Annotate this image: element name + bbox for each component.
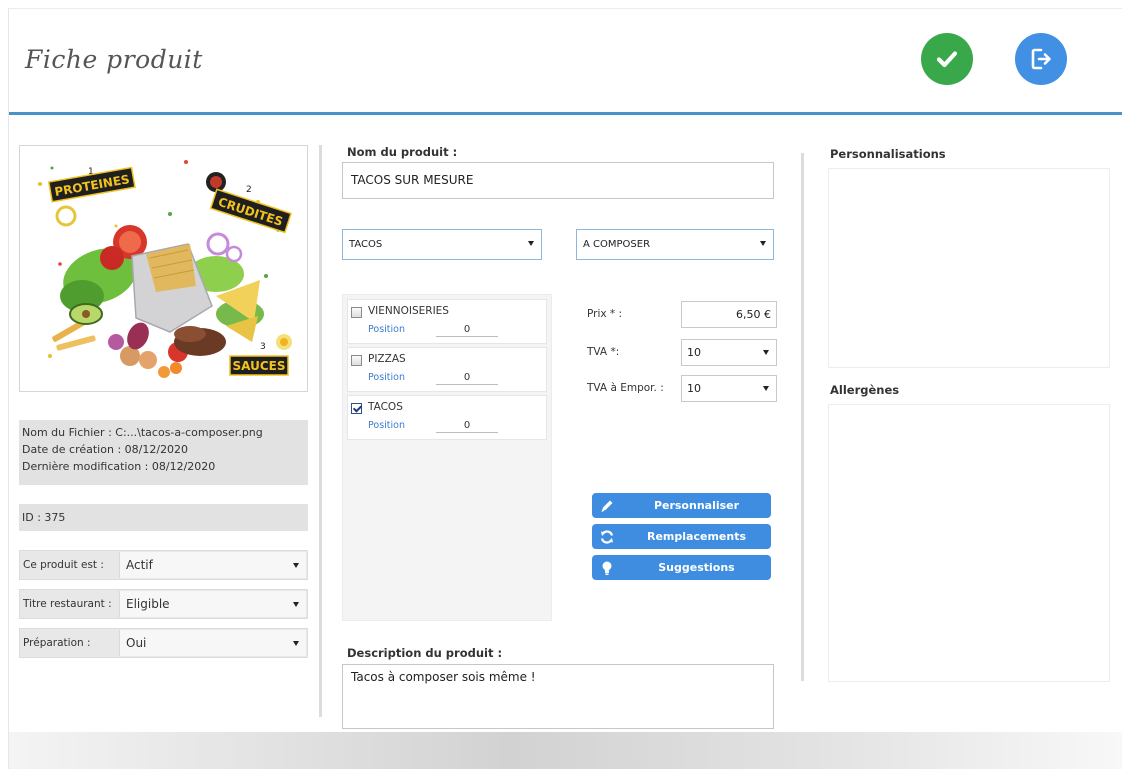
position-label: Position [368, 324, 405, 335]
category-select[interactable]: TACOS [342, 229, 542, 260]
preparation-select[interactable]: Oui [119, 630, 306, 656]
check-icon [936, 51, 958, 68]
file-info-box: Nom du Fichier : C:...\tacos-a-composer.… [19, 420, 308, 485]
file-name-row: Nom du Fichier : C:...\tacos-a-composer.… [22, 424, 305, 441]
category-checkbox-pizzas[interactable] [351, 355, 362, 366]
category-checkbox-viennoiseries[interactable] [351, 307, 362, 318]
product-name-value: TACOS SUR MESURE [351, 173, 474, 187]
allergens-title: Allergènes [830, 383, 900, 397]
status-label: Ce produit est : [23, 559, 104, 571]
product-type-select[interactable]: A COMPOSER [576, 229, 774, 260]
category-name: PIZZAS [368, 353, 406, 365]
status-select[interactable]: Actif [119, 552, 306, 578]
chevron-down-icon [293, 563, 299, 568]
category-select-value: TACOS [349, 239, 383, 250]
description-value: Tacos à composer sois même ! [351, 670, 536, 684]
chevron-down-icon [293, 641, 299, 646]
status-value: Actif [126, 558, 153, 572]
preparation-label: Préparation : [23, 637, 91, 649]
preparation-field: Préparation : Oui [19, 628, 308, 658]
left-column-divider [319, 145, 322, 717]
chevron-down-icon [763, 350, 769, 355]
badge-sauces: SAUCES [233, 359, 286, 373]
position-label: Position [368, 420, 405, 431]
header-divider [9, 112, 1122, 115]
product-type-select-value: A COMPOSER [583, 239, 651, 250]
preparation-value: Oui [126, 636, 147, 650]
modified-date-value: 08/12/2020 [151, 460, 216, 473]
file-name-value: C:...\tacos-a-composer.png [115, 426, 263, 439]
tva-takeaway-select[interactable]: 10 [681, 375, 777, 402]
meal-voucher-select[interactable]: Eligible [119, 591, 306, 617]
status-field: Ce produit est : Actif [19, 550, 308, 580]
category-name: VIENNOISERIES [368, 305, 449, 317]
price-value: 6,50 € [736, 308, 771, 321]
meal-voucher-field: Titre restaurant : Eligible [19, 589, 308, 619]
price-label: Prix * : [587, 308, 623, 320]
created-date-row: Date de création : 08/12/2020 [22, 441, 305, 458]
tva-takeaway-value: 10 [687, 382, 701, 395]
page-title: Fiche produit [25, 45, 203, 74]
chevron-down-icon [763, 386, 769, 391]
chevron-down-icon [293, 602, 299, 607]
meal-voucher-label: Titre restaurant : [23, 598, 112, 610]
footer-shadow [9, 732, 1122, 769]
customizations-panel [828, 168, 1110, 368]
customizations-title: Personnalisations [830, 147, 946, 161]
customize-label: Personnaliser [653, 499, 740, 512]
product-id: ID : 375 [19, 504, 308, 531]
modified-date-row: Dernière modification : 08/12/2020 [22, 458, 305, 475]
badge-number-3: 3 [260, 342, 266, 352]
position-input[interactable]: 0 [436, 370, 498, 385]
chevron-down-icon [760, 241, 766, 246]
customize-button[interactable]: Personnaliser [592, 493, 771, 518]
suggestions-label: Suggestions [658, 561, 735, 574]
product-name-label: Nom du produit : [347, 145, 458, 159]
position-input[interactable]: 0 [436, 322, 498, 337]
tacos-illustration: 1 PROTEINES 2 CRUDITES 3 SAUCES [38, 160, 292, 378]
logout-icon [1031, 48, 1051, 70]
modified-date-label: Dernière modification : [22, 460, 149, 473]
exit-button[interactable] [1015, 33, 1067, 85]
tva-value: 10 [687, 346, 701, 359]
meal-voucher-value: Eligible [126, 597, 170, 611]
category-name: TACOS [368, 401, 403, 413]
description-label: Description du produit : [347, 646, 503, 660]
chevron-down-icon [528, 241, 534, 246]
price-input[interactable]: 6,50 € [681, 301, 777, 328]
allergens-panel [828, 404, 1110, 682]
validate-button[interactable] [921, 33, 973, 85]
category-checkbox-tacos[interactable] [351, 403, 362, 414]
list-item: TACOS Position 0 [347, 395, 547, 440]
file-name-label: Nom du Fichier : [22, 426, 112, 439]
header: Fiche produit [9, 9, 1122, 112]
badge-number-2: 2 [246, 185, 252, 195]
list-item: VIENNOISERIES Position 0 [347, 299, 547, 344]
category-list: VIENNOISERIES Position 0 PIZZAS Position… [342, 294, 552, 621]
product-image[interactable]: 1 PROTEINES 2 CRUDITES 3 SAUCES [19, 145, 308, 392]
description-textarea[interactable]: Tacos à composer sois même ! [342, 664, 774, 729]
created-date-label: Date de création : [22, 443, 122, 456]
suggestions-button[interactable]: Suggestions [592, 555, 771, 580]
tva-select[interactable]: 10 [681, 339, 777, 366]
replacements-button[interactable]: Remplacements [592, 524, 771, 549]
tva-takeaway-label: TVA à Empor. : [587, 382, 664, 394]
list-item: PIZZAS Position 0 [347, 347, 547, 392]
right-column-divider [801, 153, 804, 681]
product-sheet-window: Fiche produit 1 PROTEINES 2 CRUDITES 3 S… [8, 8, 1122, 769]
tva-label: TVA *: [587, 346, 620, 358]
position-label: Position [368, 372, 405, 383]
created-date-value: 08/12/2020 [124, 443, 189, 456]
position-input[interactable]: 0 [436, 418, 498, 433]
product-name-input[interactable]: TACOS SUR MESURE [342, 162, 774, 199]
replacements-label: Remplacements [647, 530, 746, 543]
